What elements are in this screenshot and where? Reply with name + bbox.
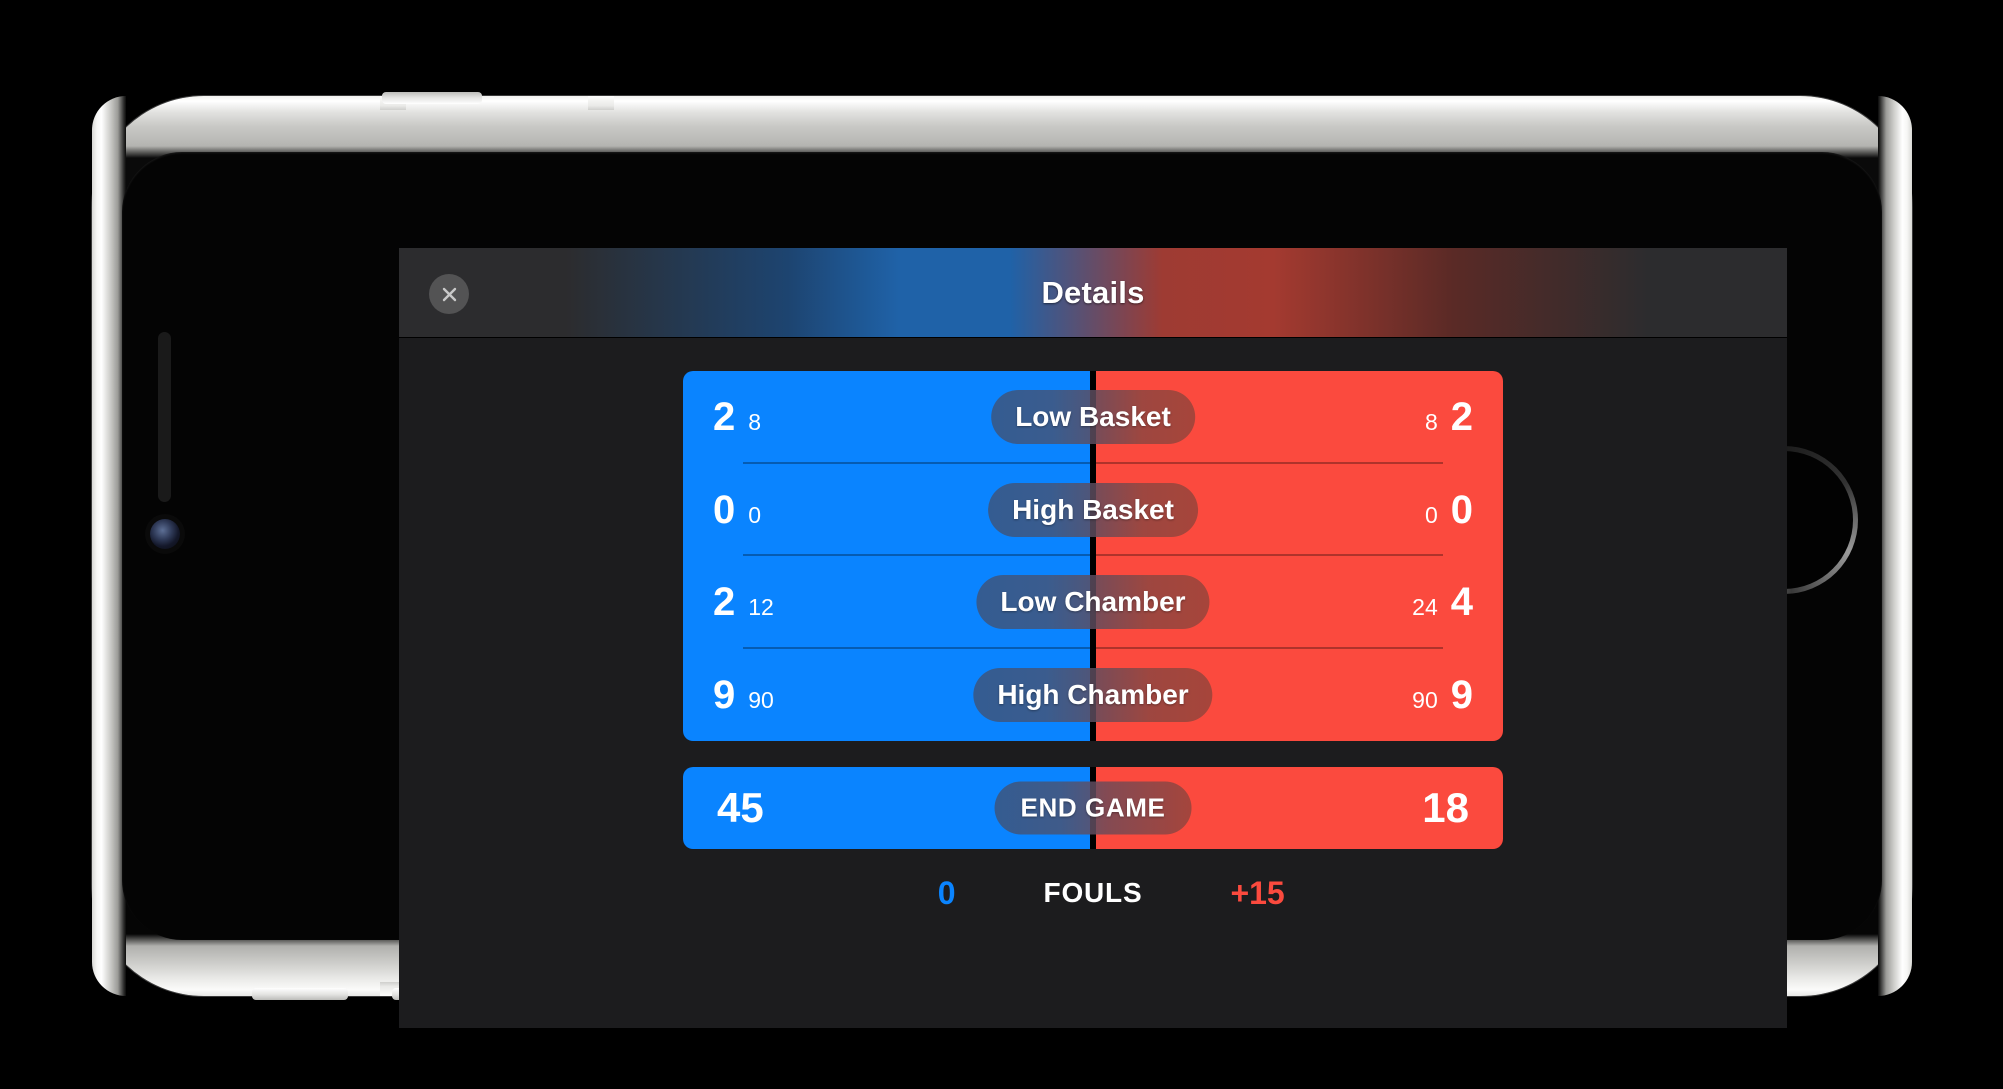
blue-values: 2 12 bbox=[713, 582, 774, 622]
blue-count: 2 bbox=[713, 395, 736, 440]
blue-count: 0 bbox=[713, 487, 736, 532]
phone-device-frame: Details 2 8 8 2 Low Basket 0 0 0 0 High … bbox=[92, 92, 1912, 1028]
phone-right-rail bbox=[1878, 96, 1912, 996]
device-screen: Details 2 8 8 2 Low Basket 0 0 0 0 High … bbox=[399, 248, 1787, 1028]
red-count: 2 bbox=[1450, 395, 1473, 440]
score-row: 2 8 8 2 Low Basket bbox=[683, 371, 1503, 464]
mute-switch[interactable] bbox=[252, 988, 348, 1000]
score-row: 9 90 90 9 High Chamber bbox=[683, 648, 1503, 741]
score-row-label-high-basket[interactable]: High Basket bbox=[988, 482, 1198, 537]
blue-total-score: 45 bbox=[717, 784, 764, 831]
blue-values: 2 8 bbox=[713, 397, 761, 437]
fouls-label: FOULS bbox=[1043, 877, 1143, 908]
power-button[interactable] bbox=[382, 92, 482, 104]
red-count: 4 bbox=[1450, 580, 1473, 625]
red-points: 90 bbox=[1412, 686, 1438, 713]
score-row-label-high-chamber[interactable]: High Chamber bbox=[973, 667, 1213, 722]
phone-left-rail bbox=[92, 96, 126, 996]
red-points: 8 bbox=[1424, 409, 1438, 436]
front-camera-icon bbox=[150, 519, 180, 549]
scoring-card: 2 8 8 2 Low Basket 0 0 0 0 High Basket 2… bbox=[683, 371, 1503, 741]
blue-count: 2 bbox=[713, 580, 736, 625]
blue-values: 0 0 bbox=[713, 490, 761, 530]
score-row: 2 12 24 4 Low Chamber bbox=[683, 556, 1503, 649]
fouls-row: 0 FOULS +15 bbox=[683, 866, 1503, 920]
blue-points: 90 bbox=[748, 686, 774, 713]
blue-points: 12 bbox=[748, 594, 774, 621]
blue-values: 9 90 bbox=[713, 675, 774, 715]
navigation-bar: Details bbox=[399, 248, 1787, 338]
red-values: 90 9 bbox=[1412, 675, 1473, 715]
score-row-label-low-chamber[interactable]: Low Chamber bbox=[976, 575, 1210, 630]
blue-count: 9 bbox=[713, 672, 736, 717]
fouls-red-value: +15 bbox=[1230, 874, 1285, 911]
red-count: 9 bbox=[1450, 672, 1473, 717]
row-divider bbox=[743, 554, 1443, 556]
score-row-label-low-basket[interactable]: Low Basket bbox=[991, 390, 1195, 445]
score-row: 0 0 0 0 High Basket bbox=[683, 463, 1503, 556]
fouls-blue-value: 0 bbox=[937, 874, 956, 911]
row-divider bbox=[743, 461, 1443, 464]
red-values: 24 4 bbox=[1412, 582, 1473, 622]
page-title: Details bbox=[1041, 275, 1145, 310]
screen-body: 2 8 8 2 Low Basket 0 0 0 0 High Basket 2… bbox=[399, 338, 1787, 1028]
row-divider bbox=[743, 646, 1443, 649]
red-values: 0 0 bbox=[1425, 490, 1473, 530]
red-total-score: 18 bbox=[1422, 784, 1469, 831]
red-values: 8 2 bbox=[1425, 397, 1473, 437]
blue-points: 0 bbox=[748, 501, 762, 528]
red-count: 0 bbox=[1450, 487, 1473, 532]
end-game-button[interactable]: END GAME bbox=[994, 781, 1192, 835]
end-game-bar: 45 18 END GAME bbox=[683, 767, 1503, 849]
red-points: 0 bbox=[1424, 501, 1438, 528]
earpiece-speaker bbox=[158, 332, 171, 502]
antenna-band bbox=[588, 96, 614, 110]
blue-points: 8 bbox=[748, 409, 762, 436]
red-points: 24 bbox=[1412, 594, 1438, 621]
